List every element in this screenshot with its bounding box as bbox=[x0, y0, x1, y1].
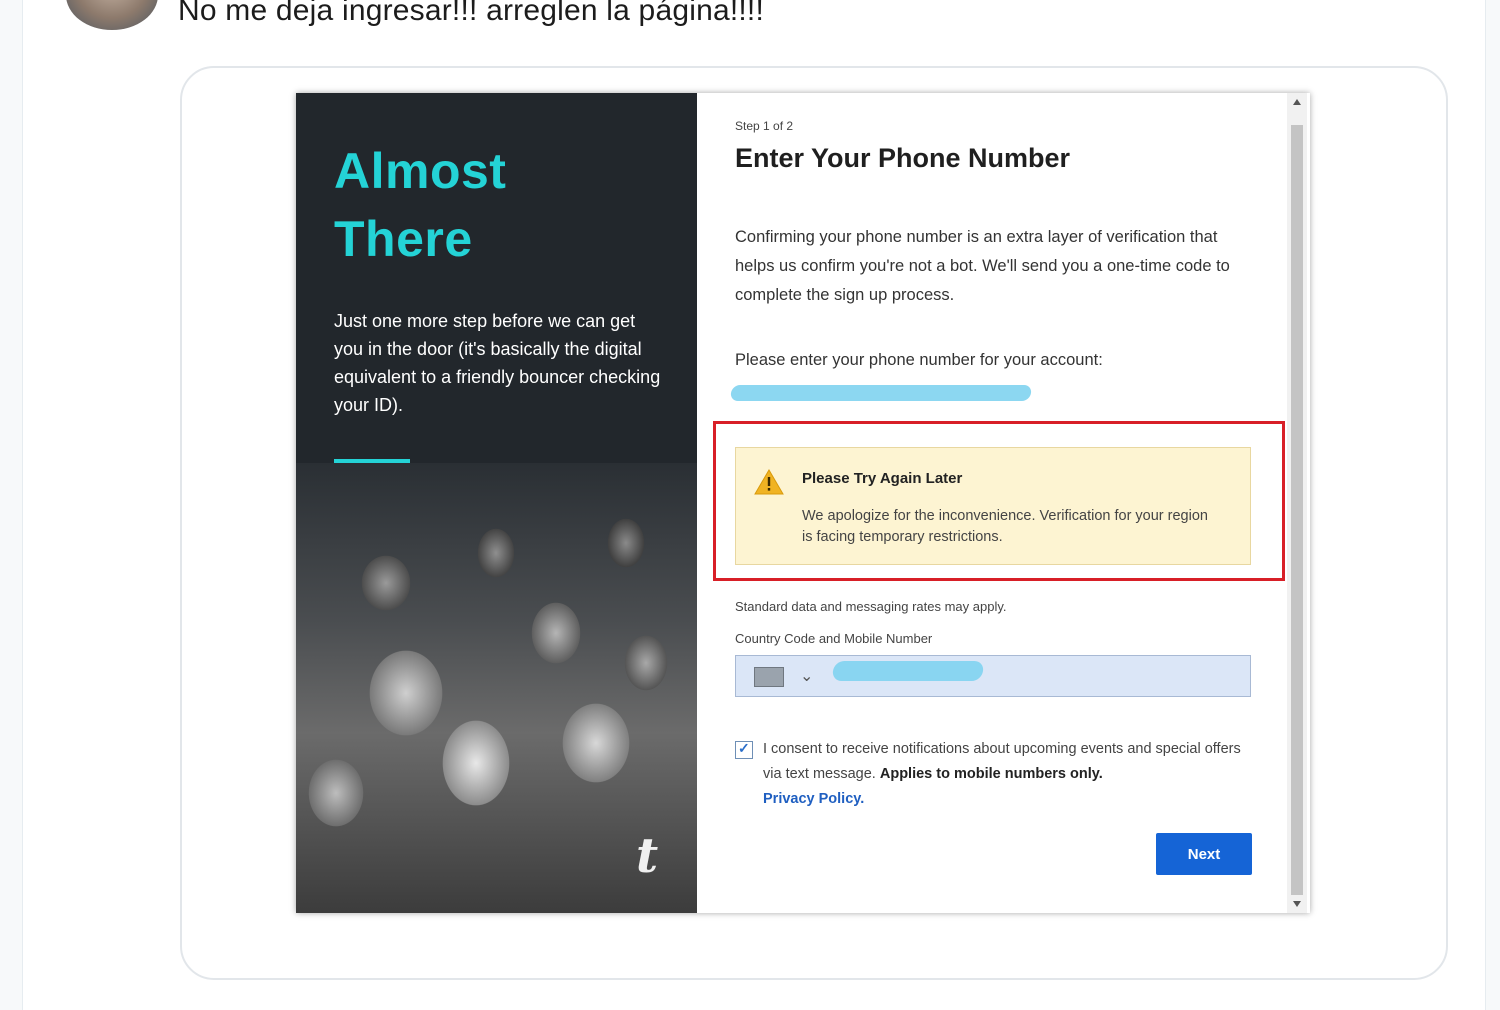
consent-checkbox[interactable]: ✓ bbox=[735, 740, 753, 759]
alert-title: Please Try Again Later bbox=[802, 470, 963, 487]
panel-heading-line1: Almost bbox=[334, 143, 507, 199]
chevron-down-icon[interactable]: ⌄ bbox=[800, 666, 813, 686]
form-title: Enter Your Phone Number bbox=[735, 143, 1071, 173]
warning-icon bbox=[754, 469, 784, 495]
scrollbar[interactable] bbox=[1287, 93, 1307, 913]
country-flag-icon[interactable] bbox=[754, 667, 784, 687]
panel-heading-line2: There bbox=[334, 211, 473, 267]
accent-divider bbox=[334, 459, 410, 463]
scroll-thumb[interactable] bbox=[1291, 125, 1303, 895]
checkmark-icon: ✓ bbox=[738, 740, 750, 756]
form-intro: Confirming your phone number is an extra… bbox=[735, 228, 1230, 304]
warning-alert: Please Try Again Later We apologize for … bbox=[735, 447, 1251, 565]
next-button[interactable]: Next bbox=[1156, 833, 1252, 875]
tweet-text: No me deja ingresar!!! arreglen la págin… bbox=[178, 0, 764, 27]
phone-number-input[interactable]: ⌄ bbox=[735, 655, 1251, 697]
phone-field-label: Country Code and Mobile Number bbox=[735, 631, 933, 646]
brand-logo: t bbox=[636, 828, 659, 884]
alert-message: We apologize for the inconvenience. Veri… bbox=[802, 508, 1208, 545]
panel-description: Just one more step before we can get you… bbox=[334, 311, 661, 415]
step-indicator: Step 1 of 2 bbox=[735, 119, 794, 133]
phone-prompt: Please enter your phone number for your … bbox=[735, 351, 1103, 369]
rates-note: Standard data and messaging rates may ap… bbox=[735, 599, 1007, 614]
signup-modal: Almost There Just one more step before w… bbox=[296, 93, 1310, 913]
consent-bold-note: Applies to mobile numbers only. bbox=[879, 766, 1103, 782]
scroll-down-icon[interactable] bbox=[1293, 901, 1301, 907]
panel-heading: Almost There bbox=[334, 137, 506, 273]
scroll-up-icon[interactable] bbox=[1293, 99, 1301, 105]
redaction-mark bbox=[831, 661, 985, 681]
privacy-policy-link[interactable]: Privacy Policy. bbox=[763, 791, 864, 807]
left-panel: Almost There Just one more step before w… bbox=[296, 93, 697, 913]
form-panel: Step 1 of 2 Enter Your Phone Number Conf… bbox=[697, 93, 1310, 913]
consent-text: I consent to receive notifications about… bbox=[763, 737, 1263, 812]
redaction-mark bbox=[729, 385, 1033, 401]
